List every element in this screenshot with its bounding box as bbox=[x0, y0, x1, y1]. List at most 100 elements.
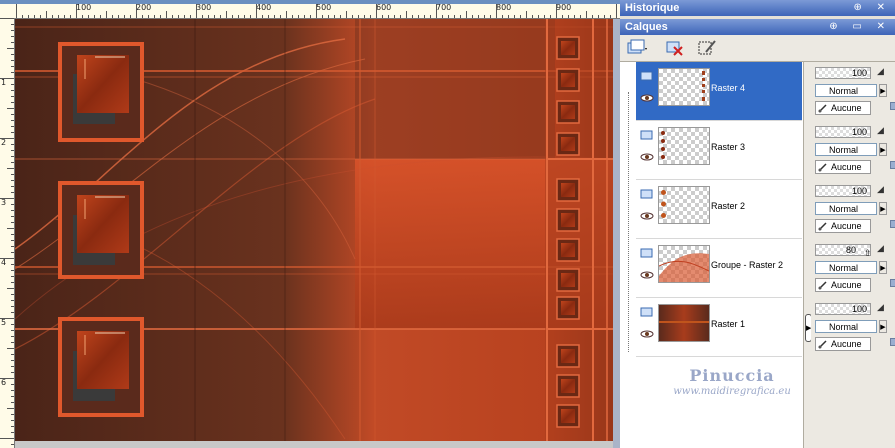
layer-type-icon[interactable] bbox=[640, 129, 654, 141]
ruler-tick bbox=[172, 15, 173, 18]
watermark-url: www.maidiregrafica.eu bbox=[673, 386, 791, 397]
ruler-tick bbox=[88, 15, 89, 18]
lock-toggle[interactable] bbox=[890, 161, 895, 169]
ruler-tick bbox=[610, 15, 611, 18]
blend-mode-select[interactable]: Normal bbox=[815, 143, 877, 156]
historique-window-buttons[interactable]: ⊕ ✕ bbox=[853, 0, 891, 16]
layer-row-raster-1[interactable]: Raster 1 bbox=[636, 298, 802, 357]
new-layer-icon[interactable] bbox=[626, 38, 648, 58]
opacity-slider-icon[interactable]: ◢ bbox=[877, 303, 884, 313]
ruler-label: 4 bbox=[1, 258, 7, 267]
ruler-tick bbox=[11, 330, 14, 331]
ruler-label: 3 bbox=[1, 198, 7, 207]
blend-mode-select[interactable]: Normal bbox=[815, 261, 877, 274]
ruler-tick bbox=[82, 15, 83, 18]
layer-thumbnail bbox=[658, 304, 710, 342]
layer-name: Raster 3 bbox=[711, 142, 746, 152]
ruler-tick bbox=[7, 228, 14, 229]
mask-select[interactable]: Aucune bbox=[815, 278, 871, 292]
ruler-tick bbox=[376, 4, 377, 18]
lock-toggle[interactable] bbox=[890, 220, 895, 228]
blend-dropdown-arrow-icon[interactable]: ▶ bbox=[879, 320, 887, 333]
visibility-eye-icon[interactable] bbox=[640, 94, 654, 102]
ruler-tick bbox=[526, 11, 527, 18]
ruler-tick bbox=[11, 72, 14, 73]
historique-panel-bar[interactable]: Historique ⊕ ✕ bbox=[620, 0, 895, 16]
ruler-tick bbox=[11, 102, 14, 103]
ruler-tick bbox=[124, 15, 125, 18]
ruler-tick bbox=[412, 15, 413, 18]
ruler-label: 400 bbox=[256, 4, 272, 12]
mask-select[interactable]: Aucune bbox=[815, 101, 871, 115]
ruler-tick bbox=[64, 15, 65, 18]
blend-dropdown-arrow-icon[interactable]: ▶ bbox=[879, 202, 887, 215]
ruler-tick bbox=[340, 15, 341, 18]
ruler-label: 1 bbox=[1, 78, 7, 87]
ruler-tick bbox=[418, 15, 419, 18]
mask-select[interactable]: Aucune bbox=[815, 337, 871, 351]
layer-type-icon[interactable] bbox=[640, 247, 654, 259]
visibility-eye-icon[interactable] bbox=[640, 153, 654, 161]
calques-window-buttons[interactable]: ⊕ ▭ ✕ bbox=[829, 19, 891, 35]
ruler-tick bbox=[11, 186, 14, 187]
blend-mode-select[interactable]: Normal bbox=[815, 320, 877, 333]
ruler-tick bbox=[616, 4, 617, 18]
ruler-tick bbox=[0, 198, 14, 199]
ruler-tick bbox=[11, 96, 14, 97]
ruler-tick bbox=[11, 312, 14, 313]
opacity-field[interactable]: 100 bbox=[815, 185, 871, 197]
opacity-slider-icon[interactable]: ◢ bbox=[877, 67, 884, 77]
ruler-tick bbox=[11, 342, 14, 343]
ruler-tick bbox=[394, 15, 395, 18]
lock-toggle[interactable] bbox=[890, 102, 895, 110]
opacity-slider-icon[interactable]: ◢ bbox=[877, 126, 884, 136]
layer-row-raster-2[interactable]: Raster 2 bbox=[636, 180, 802, 239]
ruler-label: 500 bbox=[316, 4, 332, 12]
calques-panel-bar[interactable]: Calques ⊕ ▭ ✕ bbox=[620, 19, 895, 35]
horizontal-ruler[interactable]: 100 200 300 400 500 600 700 800 900 bbox=[14, 4, 620, 19]
opacity-slider-icon[interactable]: ◢ bbox=[877, 185, 884, 195]
lock-toggle[interactable] bbox=[890, 279, 895, 287]
layer-props-groupe-raster-2: 80 ⇧ ◢ Normal ▶ Aucune bbox=[813, 239, 895, 297]
ruler-tick bbox=[154, 15, 155, 18]
layer-type-icon[interactable] bbox=[640, 188, 654, 200]
blend-mode-select[interactable]: Normal bbox=[815, 84, 877, 97]
delete-layer-icon[interactable] bbox=[664, 38, 686, 58]
layer-row-groupe-raster-2[interactable]: Groupe - Raster 2 bbox=[636, 239, 802, 298]
blend-dropdown-arrow-icon[interactable]: ▶ bbox=[879, 261, 887, 274]
ruler-tick bbox=[310, 15, 311, 18]
ruler-tick bbox=[11, 282, 14, 283]
ruler-tick bbox=[11, 60, 14, 61]
ruler-tick bbox=[316, 4, 317, 18]
mask-select[interactable]: Aucune bbox=[815, 219, 871, 233]
visibility-eye-icon[interactable] bbox=[640, 212, 654, 220]
ruler-tick bbox=[94, 15, 95, 18]
layer-row-raster-4[interactable]: Raster 4 bbox=[636, 62, 802, 121]
layer-row-raster-3[interactable]: Raster 3 bbox=[636, 121, 802, 180]
ruler-tick bbox=[11, 54, 14, 55]
vertical-ruler[interactable]: 1 2 3 4 5 6 bbox=[0, 18, 15, 448]
layer-type-icon[interactable] bbox=[640, 70, 654, 82]
canvas-scrollbar[interactable] bbox=[613, 19, 620, 448]
blend-dropdown-arrow-icon[interactable]: ▶ bbox=[879, 143, 887, 156]
lock-toggle[interactable] bbox=[890, 338, 895, 346]
visibility-eye-icon[interactable] bbox=[640, 271, 654, 279]
ruler-tick bbox=[190, 15, 191, 18]
opacity-field[interactable]: 100 bbox=[815, 303, 871, 315]
blend-mode-select[interactable]: Normal bbox=[815, 202, 877, 215]
ruler-tick bbox=[388, 15, 389, 18]
mask-select[interactable]: Aucune bbox=[815, 160, 871, 174]
opacity-field[interactable]: 80 bbox=[815, 244, 871, 256]
image-canvas[interactable] bbox=[15, 19, 613, 441]
visibility-eye-icon[interactable] bbox=[640, 330, 654, 338]
opacity-field[interactable]: 100 bbox=[815, 126, 871, 138]
layer-type-icon[interactable] bbox=[640, 306, 654, 318]
blend-dropdown-arrow-icon[interactable]: ▶ bbox=[879, 84, 887, 97]
opacity-field[interactable]: 100 bbox=[815, 67, 871, 79]
layer-properties-icon[interactable] bbox=[696, 38, 718, 58]
ruler-tick bbox=[7, 48, 14, 49]
layer-name: Raster 4 bbox=[711, 83, 746, 93]
opacity-slider-icon[interactable]: ◢ bbox=[877, 244, 884, 254]
ruler-tick bbox=[11, 150, 14, 151]
ruler-tick bbox=[118, 15, 119, 18]
